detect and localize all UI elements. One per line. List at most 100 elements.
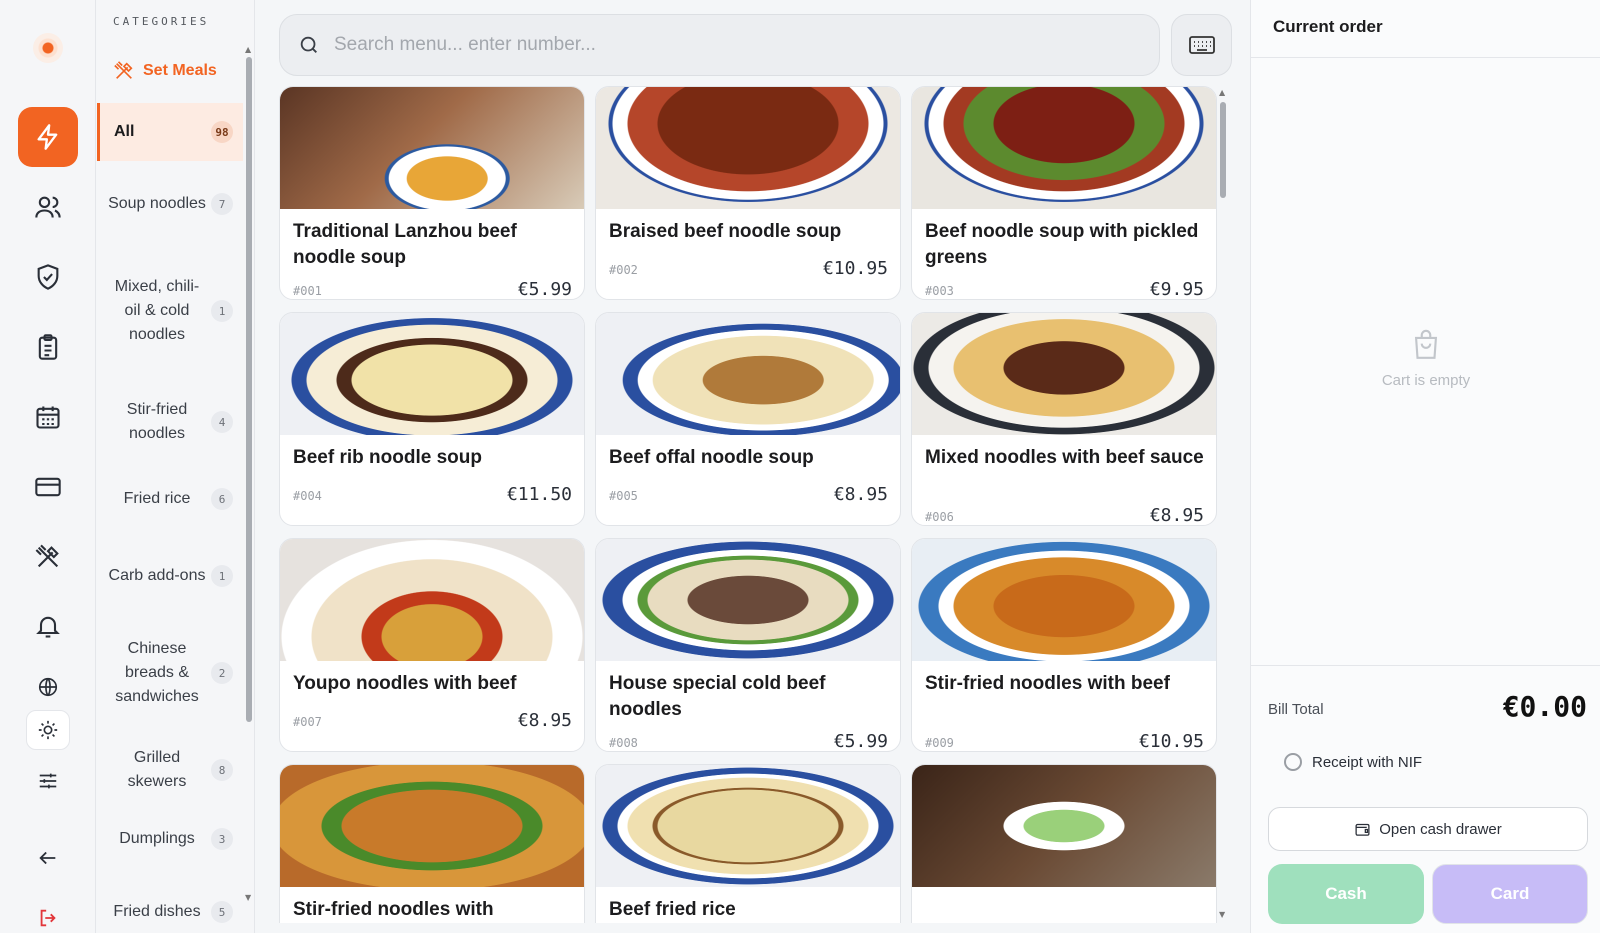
dish-price: €10.95 [1138, 731, 1204, 752]
category-label: Mixed, chili-oil & cold noodles [114, 278, 200, 343]
dish-name: Stir-fried noodles with [293, 899, 494, 920]
dish-price: €8.95 [833, 484, 888, 505]
open-cash-drawer-button[interactable]: Open cash drawer [1268, 807, 1588, 851]
menu-item-card[interactable]: Traditional Lanzhou beef noodle soup #00… [279, 86, 585, 300]
brand-logo-icon [33, 33, 63, 63]
categories-scrollbar[interactable]: ▲ ▼ [245, 45, 253, 905]
category-label: Carb add-ons [108, 567, 206, 584]
dish-name: Youpo noodles with beef [293, 673, 517, 694]
menu-grid: Traditional Lanzhou beef noodle soup #00… [279, 86, 1217, 923]
empty-cart: Cart is empty [1251, 328, 1600, 389]
utensils-crossed-icon [114, 61, 133, 79]
dish-name: Mixed noodles with beef sauce [925, 447, 1204, 468]
category-item-chinese-breads[interactable]: Chinese breads & sandwiches 2 [97, 630, 243, 716]
category-item-fried-dishes[interactable]: Fried dishes 5 [97, 880, 243, 933]
dish-name: House special cold beef noodles [609, 673, 826, 720]
category-label: Fried dishes [113, 903, 201, 920]
dish-name: Traditional Lanzhou beef noodle soup [293, 221, 517, 268]
menu-scrollbar[interactable]: ▲ ▼ [1218, 88, 1228, 923]
receipt-nif-label: Receipt with NIF [1312, 753, 1423, 771]
scrollbar-thumb[interactable] [246, 57, 252, 722]
category-item-stir-fried-noodles[interactable]: Stir-fried noodles 4 [97, 390, 243, 454]
sun-icon[interactable] [26, 710, 70, 750]
calendar-icon[interactable] [18, 387, 78, 447]
dish-price: €10.95 [822, 258, 888, 279]
dish-image [280, 539, 584, 661]
menu-item-card[interactable]: Stir-fried noodles with beef #009 €10.95 [911, 538, 1217, 752]
category-label: Fried rice [123, 490, 191, 507]
cash-button[interactable]: Cash [1268, 864, 1424, 924]
logout-icon[interactable] [26, 898, 70, 933]
menu-item-card[interactable]: Braised beef noodle soup #002 €10.95 [595, 86, 901, 300]
menu-item-card[interactable]: Youpo noodles with beef #007 €8.95 [279, 538, 585, 752]
category-count: 6 [211, 488, 233, 510]
dish-code: #001 [293, 284, 322, 298]
dish-price: €5.99 [833, 731, 888, 752]
category-item-all[interactable]: All 98 [97, 103, 243, 161]
dish-code: #002 [609, 263, 638, 277]
open-cash-drawer-label: Open cash drawer [1379, 820, 1502, 838]
dish-name: Stir-fried noodles with beef [925, 673, 1170, 694]
bill-total-value: €0.00 [1502, 690, 1587, 723]
category-item-carb-add-ons[interactable]: Carb add-ons 1 [97, 544, 243, 608]
category-label: Stir-fried noodles [126, 401, 188, 442]
sliders-icon[interactable] [26, 761, 70, 801]
dish-image [912, 539, 1216, 661]
dish-image [912, 87, 1216, 209]
keyboard-button[interactable] [1171, 14, 1232, 76]
dish-code: #008 [609, 736, 638, 750]
order-title: Current order [1273, 17, 1383, 36]
dish-name: Beef noodle soup with pickled greens [925, 221, 1199, 268]
credit-card-icon[interactable] [18, 457, 78, 517]
globe-icon[interactable] [26, 667, 70, 707]
radio-button[interactable] [1284, 753, 1302, 771]
menu-item-card[interactable]: Mixed noodles with beef sauce #006 €8.95 [911, 312, 1217, 526]
receipt-nif-option[interactable]: Receipt with NIF [1284, 753, 1422, 771]
scrollbar-thumb[interactable] [1220, 102, 1226, 198]
set-meals-link[interactable]: Set Meals [113, 60, 217, 82]
search-bar[interactable] [279, 14, 1160, 76]
wallet-icon [1355, 823, 1370, 836]
shield-check-icon[interactable] [18, 247, 78, 307]
divider [1251, 57, 1600, 58]
dish-code: #005 [609, 489, 638, 503]
categories-panel: CATEGORIES Set Meals All 98 Soup noodles… [97, 0, 255, 933]
menu-item-card[interactable]: Beef rib noodle soup #004 €11.50 [279, 312, 585, 526]
menu-item-card[interactable]: Beef offal noodle soup #005 €8.95 [595, 312, 901, 526]
dish-image [596, 765, 900, 887]
search-input[interactable] [334, 34, 1114, 56]
dish-image [280, 87, 584, 209]
utensils-crossed-icon[interactable] [18, 527, 78, 587]
category-count: 3 [211, 828, 233, 850]
category-count: 98 [211, 121, 233, 143]
dish-name: Beef fried rice [609, 899, 736, 920]
empty-cart-text: Cart is empty [1381, 372, 1471, 389]
category-item-dumplings[interactable]: Dumplings 3 [97, 822, 243, 856]
menu-item-card[interactable]: Stir-fried noodles with [279, 764, 585, 923]
category-count: 5 [211, 901, 233, 923]
clipboard-icon[interactable] [18, 317, 78, 377]
search-icon [300, 36, 317, 53]
lightning-icon[interactable] [18, 107, 78, 167]
card-button[interactable]: Card [1432, 864, 1588, 924]
category-count: 8 [211, 759, 233, 781]
category-label: Soup noodles [108, 195, 206, 212]
shopping-bag-icon [1414, 329, 1438, 359]
category-item-fried-rice[interactable]: Fried rice 6 [97, 482, 243, 516]
category-item-grilled-skewers[interactable]: Grilled skewers 8 [97, 738, 243, 802]
category-item-mixed-noodles[interactable]: Mixed, chili-oil & cold noodles 1 [97, 256, 243, 366]
category-count: 4 [211, 411, 233, 433]
bell-icon[interactable] [18, 596, 78, 656]
menu-item-card[interactable]: House special cold beef noodles #008 €5.… [595, 538, 901, 752]
category-item-soup-noodles[interactable]: Soup noodles 7 [97, 172, 243, 236]
users-icon[interactable] [18, 177, 78, 237]
category-count: 2 [211, 662, 233, 684]
dish-price: €8.95 [517, 710, 572, 731]
dish-image [912, 765, 1216, 887]
dish-image [596, 87, 900, 209]
menu-item-card[interactable]: Beef noodle soup with pickled greens #00… [911, 86, 1217, 300]
menu-item-card[interactable]: Beef fried rice [595, 764, 901, 923]
arrow-left-icon[interactable] [26, 838, 70, 878]
category-count: 7 [211, 193, 233, 215]
menu-item-card[interactable] [911, 764, 1217, 923]
